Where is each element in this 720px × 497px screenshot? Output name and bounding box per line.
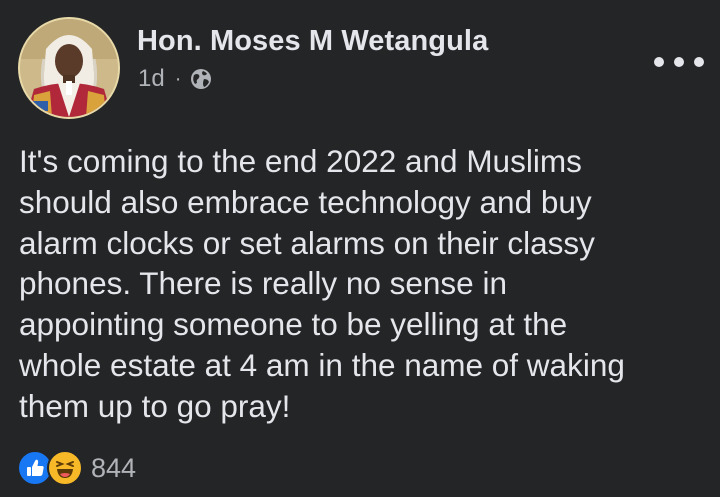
author-name[interactable]: Hon. Moses M Wetangula [137,25,488,58]
post-card: Hon. Moses M Wetangula 1d · It's coming … [0,0,720,497]
more-options-icon[interactable] [654,48,704,76]
post-timestamp[interactable]: 1d [138,65,165,93]
post-meta: 1d · [138,64,213,94]
globe-icon[interactable] [189,67,213,91]
meta-separator: · [174,67,182,90]
reactions-summary[interactable]: 844 [17,449,136,487]
haha-reaction-icon [47,450,83,486]
avatar-image [20,19,118,117]
reaction-count: 844 [91,452,137,483]
post-text: It's coming to the end 2022 and Muslims … [19,143,625,424]
author-avatar[interactable] [18,17,120,119]
